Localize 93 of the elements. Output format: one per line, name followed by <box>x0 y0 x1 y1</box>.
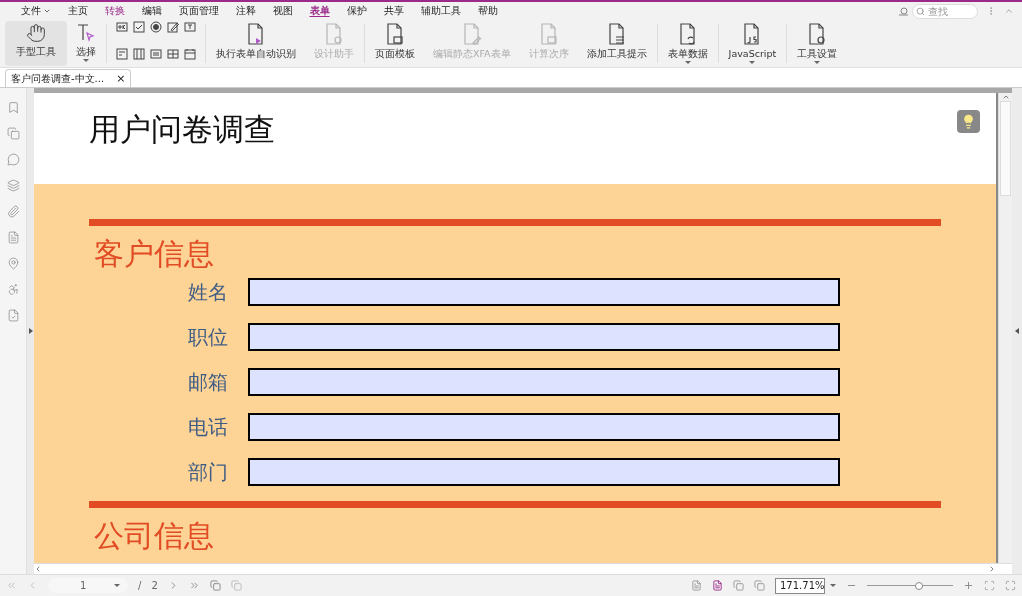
section-title: 公司信息 <box>93 521 215 551</box>
zoom-dropdown-icon <box>830 584 836 587</box>
menu-tab[interactable]: 保护 <box>338 3 375 19</box>
text-field[interactable] <box>248 368 840 396</box>
menu-tab[interactable]: 页面管理 <box>170 3 227 19</box>
zoom-in-icon[interactable] <box>963 580 974 591</box>
ribbon-button[interactable]: 工具设置 <box>788 21 847 66</box>
slider-thumb[interactable] <box>914 581 923 590</box>
text-field-icon[interactable] <box>184 21 196 33</box>
menu-tab[interactable]: 共享 <box>375 3 412 19</box>
scroll-up-icon[interactable] <box>1001 93 1010 101</box>
menu-tab[interactable]: 表单 <box>301 3 338 19</box>
section-title: 客户信息 <box>93 239 215 269</box>
document-sync-icon <box>677 23 698 45</box>
menu-tab[interactable]: 文件 <box>12 3 59 19</box>
ribbon-button[interactable]: 页面模板 <box>366 21 424 66</box>
field-label: 姓名 <box>188 282 228 302</box>
continuous-page-icon[interactable] <box>712 580 723 591</box>
document-table-icon <box>538 23 559 45</box>
date-field-icon[interactable] <box>184 48 196 60</box>
close-tab-button[interactable]: × <box>116 73 126 84</box>
text-field[interactable] <box>248 323 840 351</box>
text-field[interactable] <box>248 458 840 486</box>
fit-page-icon[interactable] <box>984 580 995 591</box>
last-page-icon[interactable] <box>188 580 200 591</box>
hand-icon <box>26 23 46 43</box>
menu-tab[interactable]: 帮助 <box>469 3 506 19</box>
document-list-icon <box>606 23 627 45</box>
search-field[interactable]: 查找 <box>912 3 978 19</box>
pages-icon[interactable] <box>6 127 20 140</box>
pen-field-icon[interactable] <box>167 21 179 33</box>
zoom-slider[interactable] <box>867 581 953 590</box>
page-field[interactable]: 1 <box>48 578 128 593</box>
radio-icon[interactable] <box>150 21 162 33</box>
ribbon-button[interactable]: 手型工具 <box>5 21 67 66</box>
columns-icon[interactable] <box>133 48 145 60</box>
ribbon-button[interactable]: 表单数据 <box>658 21 717 66</box>
collapse-ribbon-icon[interactable] <box>1004 6 1014 16</box>
caret-icon <box>749 61 756 64</box>
form-document-icon[interactable] <box>6 309 20 322</box>
document-title: 用户问卷调查 <box>89 110 275 149</box>
vertical-scrollbar[interactable] <box>998 93 1012 563</box>
menu-tab[interactable]: 视图 <box>264 3 301 19</box>
page-separator: / <box>138 579 142 593</box>
ribbon-button[interactable]: 执行表单自动识别 <box>207 21 305 66</box>
field-label: 邮箱 <box>188 372 228 392</box>
caret-icon <box>83 59 89 62</box>
menu-tab[interactable]: 编辑 <box>133 3 170 19</box>
caret-icon <box>684 61 691 64</box>
paperclip-icon[interactable] <box>6 205 20 218</box>
field-label: 部门 <box>188 462 228 482</box>
tip-button[interactable] <box>957 110 980 133</box>
text-cursor-icon <box>76 23 96 43</box>
page-total: 2 <box>151 579 158 593</box>
scroll-left-icon[interactable] <box>34 565 42 573</box>
bookmark-icon[interactable] <box>6 101 20 114</box>
ribbon-button[interactable]: JavaScript <box>719 21 786 66</box>
single-page-icon[interactable] <box>691 580 702 591</box>
comment-icon[interactable] <box>6 153 20 166</box>
document-pen-icon <box>461 23 482 45</box>
caret-icon <box>814 61 821 64</box>
ribbon-button[interactable]: 选择 <box>67 21 105 66</box>
document-play-icon <box>246 23 266 45</box>
text-field[interactable] <box>248 278 840 306</box>
document-icon[interactable] <box>6 231 20 244</box>
text-field[interactable] <box>248 413 840 441</box>
menu-tab[interactable]: 辅助工具 <box>412 3 469 19</box>
image-field-icon[interactable] <box>167 48 179 60</box>
checkbox-icon[interactable] <box>133 21 145 33</box>
list-box-icon[interactable] <box>116 48 128 60</box>
page-dropdown-icon <box>114 584 120 587</box>
button-field-icon[interactable] <box>150 48 162 60</box>
search-options-icon[interactable] <box>899 6 908 16</box>
pages-icon[interactable] <box>230 580 242 591</box>
menu-tab[interactable]: 注释 <box>227 3 264 19</box>
menu-tab[interactable]: 转换 <box>96 3 133 19</box>
collapse-panel-icon[interactable] <box>1015 328 1019 334</box>
accessibility-icon[interactable] <box>6 283 20 296</box>
location-pin-icon[interactable] <box>6 257 20 270</box>
menu-tab[interactable]: 主页 <box>59 3 96 19</box>
first-page-icon[interactable] <box>6 580 17 591</box>
ribbon-button[interactable]: 添加工具提示 <box>577 21 656 66</box>
field-label: 职位 <box>188 327 228 347</box>
layers-icon[interactable] <box>6 179 20 192</box>
ok-field-icon[interactable] <box>116 21 128 33</box>
scroll-thumb[interactable] <box>1000 101 1011 196</box>
field-label: 电话 <box>188 417 228 437</box>
document-table-icon <box>385 23 405 45</box>
document-tab[interactable]: 客户问卷调查-中文... × <box>5 69 132 87</box>
lightbulb-icon <box>961 114 976 129</box>
full-screen-icon[interactable] <box>1005 580 1016 591</box>
scroll-right-icon[interactable] <box>988 565 996 573</box>
zoom-field[interactable]: 171.71% <box>775 577 825 594</box>
